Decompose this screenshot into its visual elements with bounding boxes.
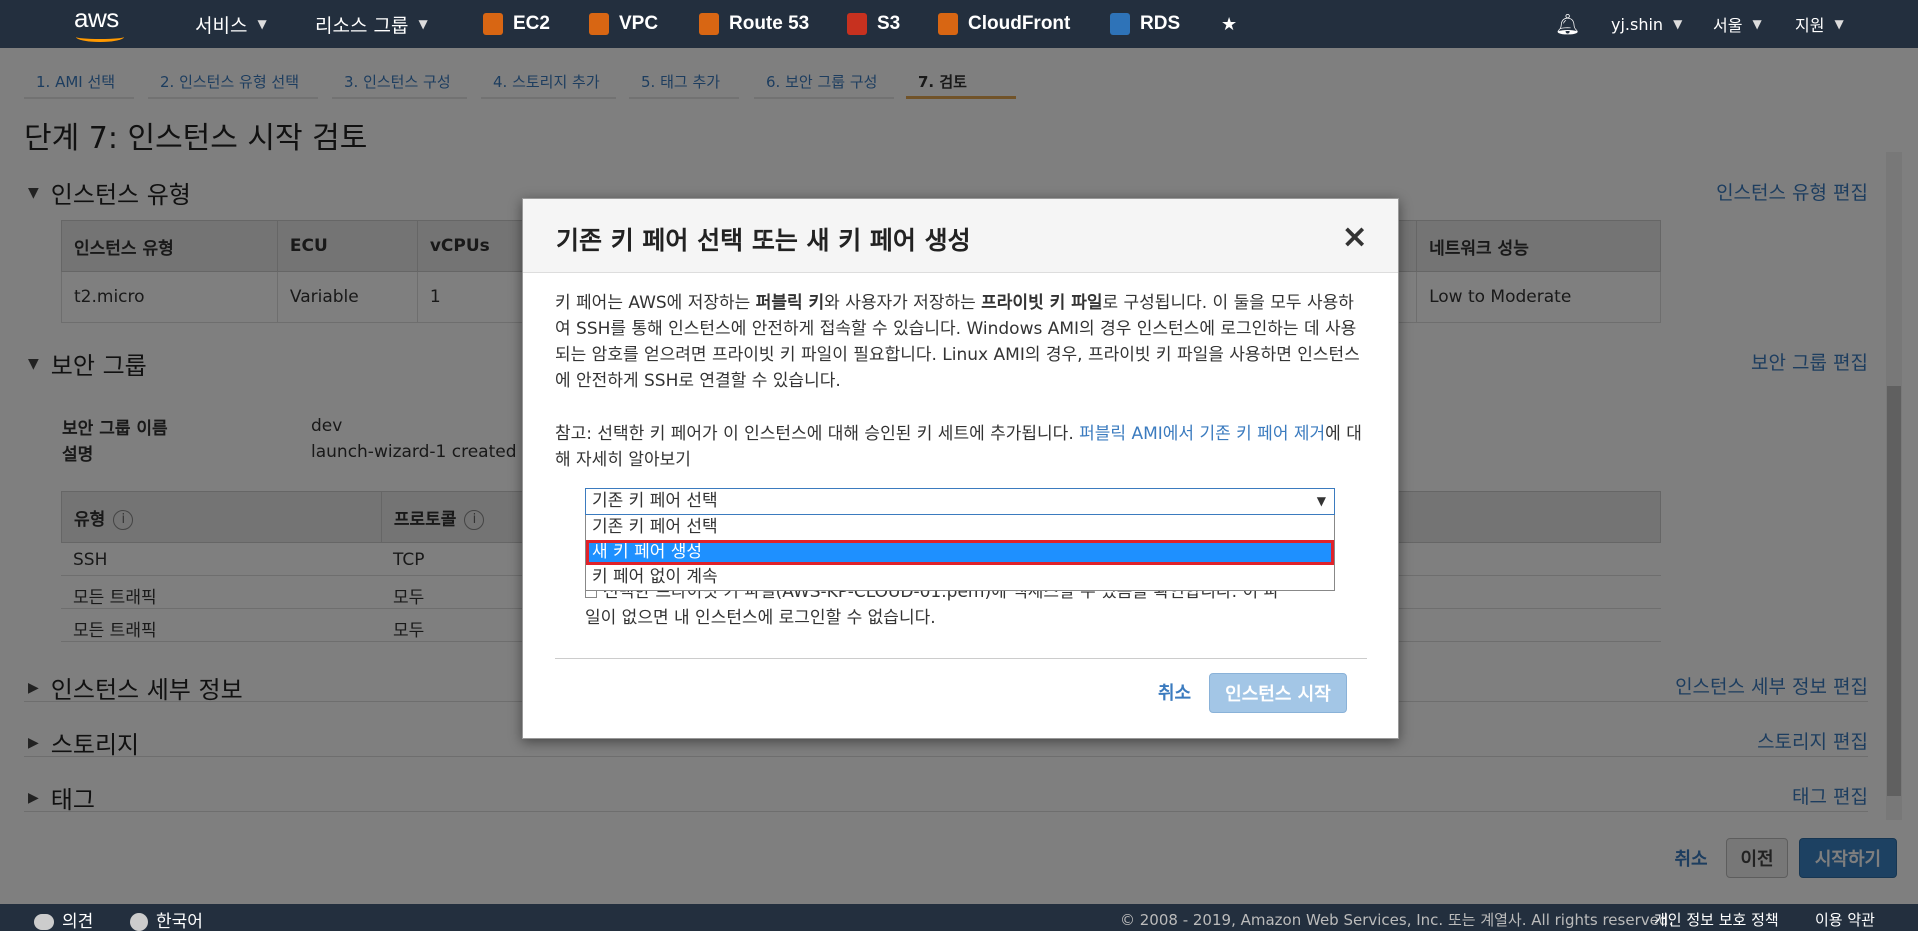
shortcut-s3[interactable]: S3: [847, 0, 900, 48]
bell-icon[interactable]: 🔔︎: [1555, 0, 1580, 48]
shortcut-ec2[interactable]: EC2: [483, 0, 550, 48]
vpc-icon: [589, 13, 609, 35]
top-nav: aws 서비스 ▼ 리소스 그룹 ▼ EC2 VPC Route 53 S3 Clo…: [0, 0, 1918, 48]
globe-icon: [130, 913, 148, 931]
chevron-down-icon: ▼: [418, 17, 428, 31]
dialog-cancel-button[interactable]: 취소: [1158, 679, 1191, 705]
s3-icon: [847, 13, 867, 35]
chevron-down-icon: ▼: [1834, 17, 1844, 31]
dropdown-arrow-icon: ▼: [1316, 494, 1326, 508]
shortcut-rds[interactable]: RDS: [1110, 0, 1180, 48]
option-proceed-without[interactable]: 키 페어 없이 계속: [586, 565, 1334, 590]
resource-groups-menu[interactable]: 리소스 그룹 ▼: [315, 0, 428, 48]
rds-icon: [1110, 13, 1130, 35]
shortcut-route53[interactable]: Route 53: [699, 0, 809, 48]
services-menu[interactable]: 서비스 ▼: [195, 0, 267, 48]
key-pair-options-list: 기존 키 페어 선택 새 키 페어 생성 키 페어 없이 계속: [585, 515, 1335, 591]
privacy-link[interactable]: 개인 정보 보호 정책: [1654, 909, 1779, 930]
support-menu[interactable]: 지원 ▼: [1795, 0, 1844, 48]
option-choose-existing[interactable]: 기존 키 페어 선택: [586, 515, 1334, 540]
cloudfront-icon: [938, 13, 958, 35]
dialog-header: 기존 키 페어 선택 또는 새 키 페어 생성 ×: [523, 199, 1398, 273]
region-menu[interactable]: 서울 ▼: [1713, 0, 1762, 48]
route53-icon: [699, 13, 719, 35]
option-create-new[interactable]: 새 키 페어 생성: [586, 540, 1334, 565]
language-selector[interactable]: 한국어: [130, 907, 203, 931]
chevron-down-icon: ▼: [1673, 17, 1683, 31]
key-pair-description: 키 페어는 AWS에 저장하는 퍼블릭 키와 사용자가 저장하는 프라이빗 키 …: [555, 293, 1360, 391]
dialog-title: 기존 키 페어 선택 또는 새 키 페어 생성: [556, 226, 971, 255]
footer: 의견 한국어 © 2008 - 2019, Amazon Web Service…: [0, 904, 1918, 931]
dialog-divider: [555, 658, 1367, 659]
close-icon[interactable]: ×: [1341, 217, 1368, 255]
user-menu[interactable]: yj.shin ▼: [1611, 0, 1682, 48]
shortcut-vpc[interactable]: VPC: [589, 0, 658, 48]
ec2-icon: [483, 13, 503, 35]
key-pair-note: 참고: 선택한 키 페어가 이 인스턴스에 대해 승인된 키 세트에 추가됩니다…: [555, 424, 1362, 470]
chevron-down-icon: ▼: [1752, 17, 1762, 31]
key-pair-dialog: 기존 키 페어 선택 또는 새 키 페어 생성 × 키 페어는 AWS에 저장하…: [522, 198, 1399, 739]
terms-link[interactable]: 이용 약관: [1815, 909, 1875, 930]
chat-bubble-icon: [34, 914, 54, 930]
learn-more-link[interactable]: 퍼블릭 AMI에서 기존 키 페어 제거: [1079, 424, 1325, 444]
chevron-down-icon: ▼: [257, 17, 267, 31]
launch-instances-button[interactable]: 인스턴스 시작: [1209, 673, 1347, 713]
feedback-link[interactable]: 의견: [34, 907, 93, 931]
shortcut-cloudfront[interactable]: CloudFront: [938, 0, 1070, 48]
copyright: © 2008 - 2019, Amazon Web Services, Inc.…: [1120, 911, 1674, 929]
pin-icon[interactable]: ★: [1221, 0, 1237, 48]
key-pair-select[interactable]: 기존 키 페어 선택 ▼: [585, 488, 1335, 515]
aws-logo[interactable]: aws: [74, 5, 128, 43]
aws-smile-icon: [76, 32, 124, 42]
